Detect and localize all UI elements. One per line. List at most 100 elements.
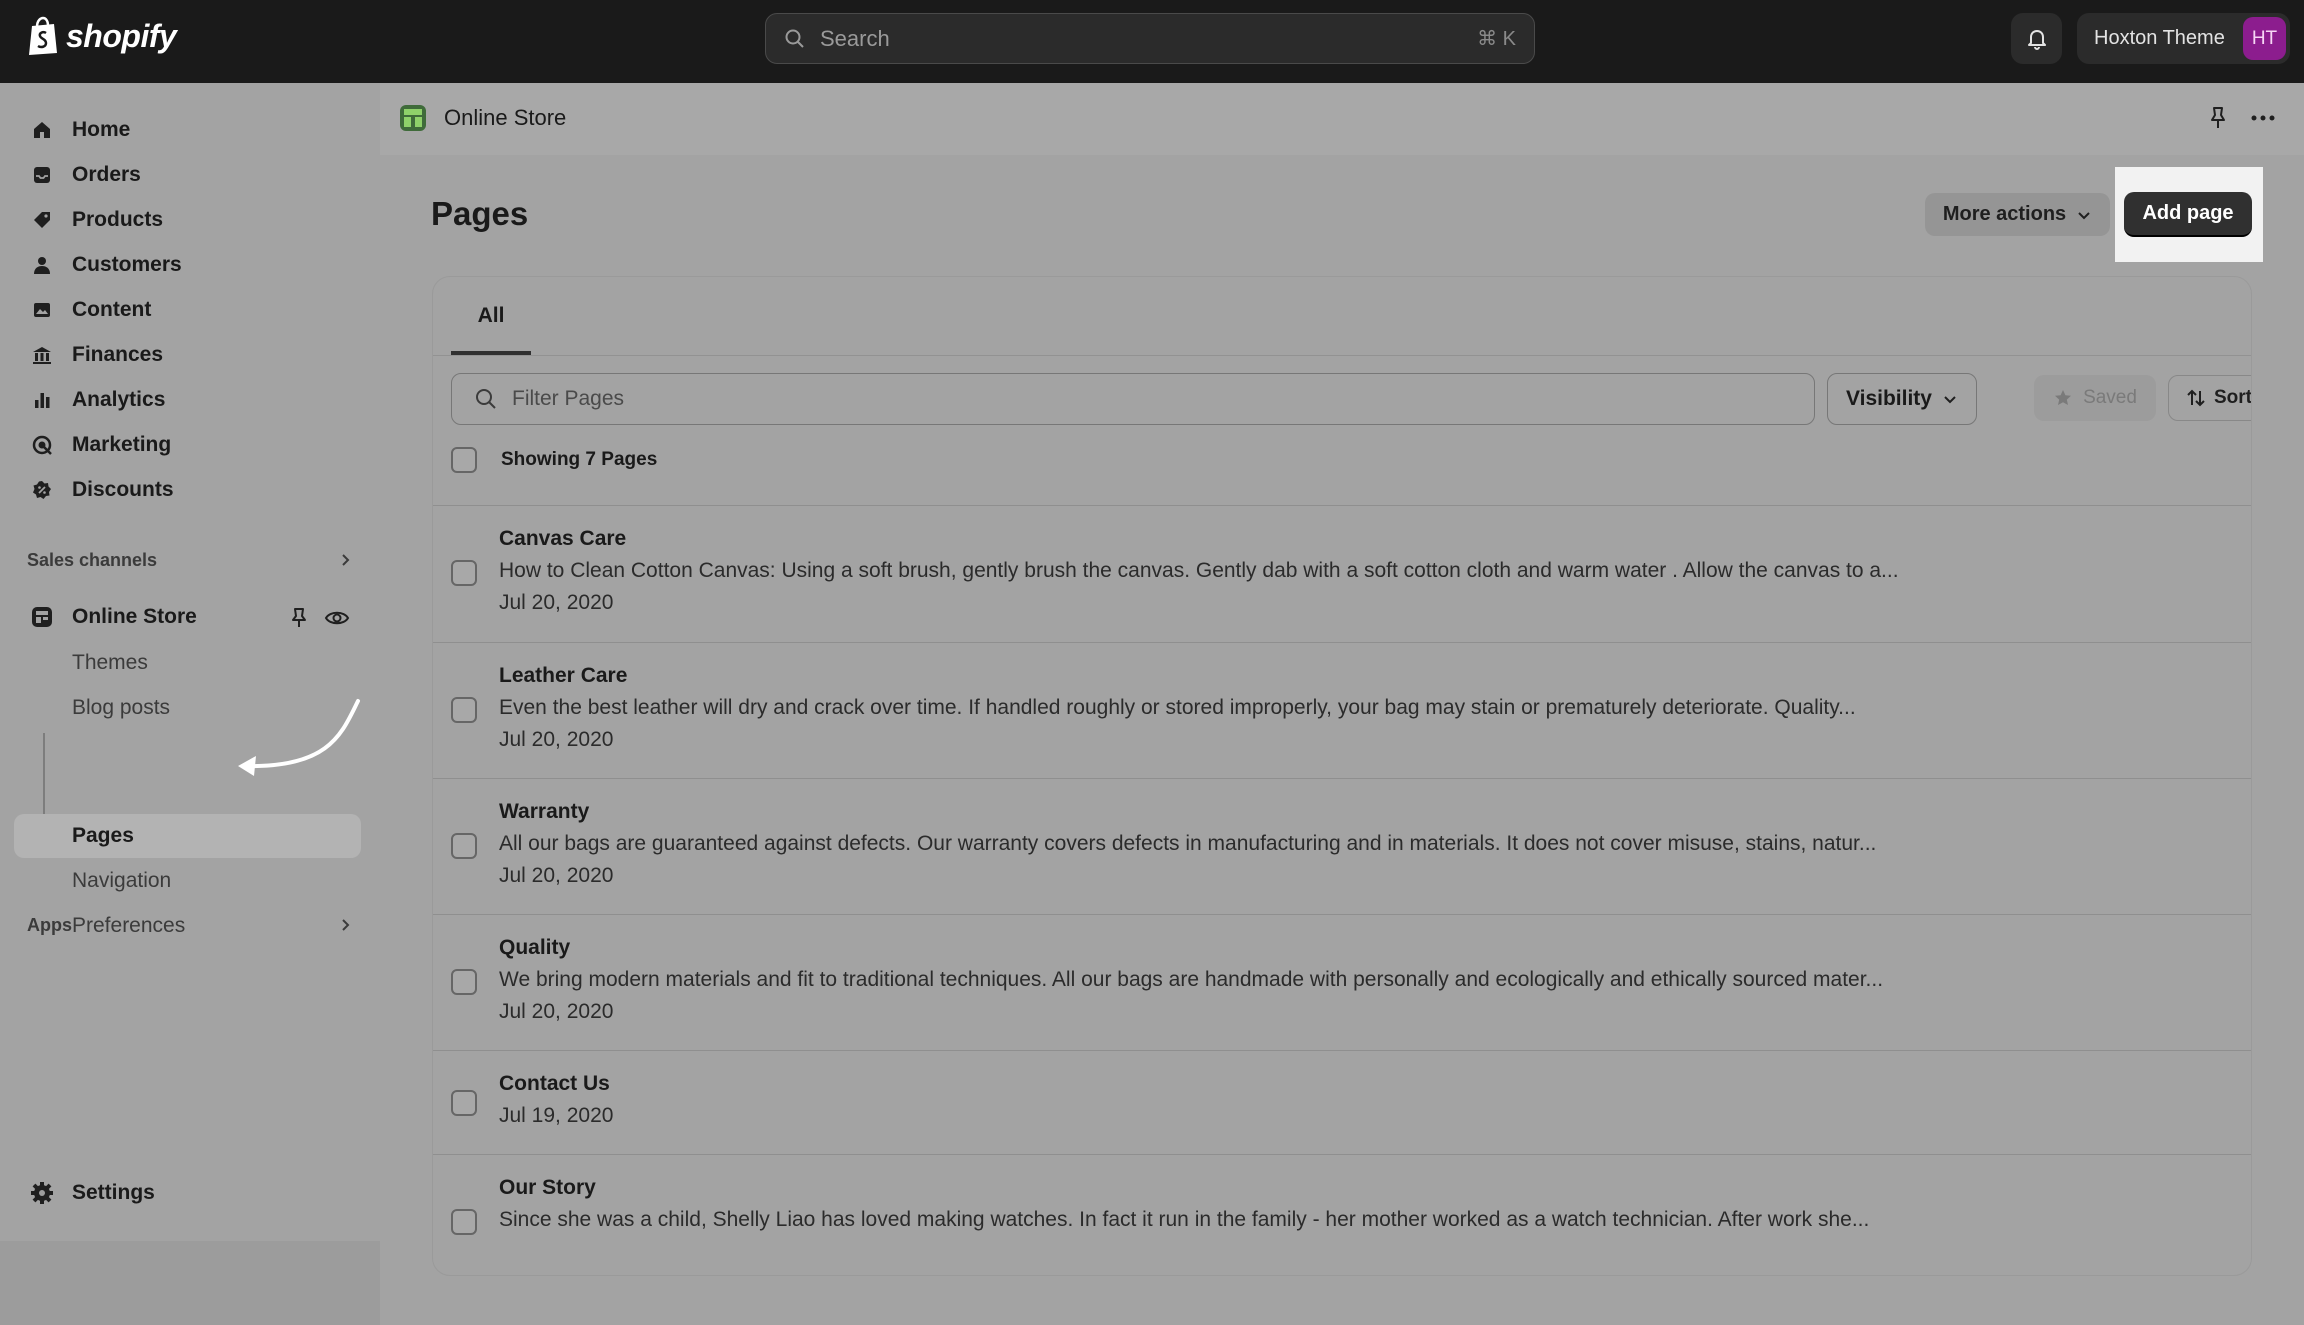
more-actions-button[interactable]: More actions	[1925, 193, 2110, 236]
sidebar-item-label: Customers	[72, 253, 182, 276]
sidebar-item-themes[interactable]: Themes	[72, 643, 148, 683]
chevron-down-icon	[2078, 211, 2090, 219]
sidebar-item-analytics[interactable]: Analytics	[14, 380, 165, 420]
table-row[interactable]: Contact Us Jul 19, 2020	[433, 1050, 2251, 1154]
row-description: All our bags are guaranteed against defe…	[499, 832, 1877, 855]
row-title[interactable]: Leather Care	[499, 664, 627, 688]
sidebar-item-orders[interactable]: Orders	[14, 155, 141, 195]
gear-icon	[30, 1181, 54, 1205]
select-all-checkbox[interactable]	[451, 447, 477, 473]
sidebar-item-blog-posts[interactable]: Blog posts	[72, 688, 170, 728]
account-menu-button[interactable]: Hoxton Theme HT	[2077, 13, 2290, 64]
sidebar-item-finances[interactable]: Finances	[14, 335, 163, 375]
row-title[interactable]: Canvas Care	[499, 527, 626, 551]
row-title[interactable]: Contact Us	[499, 1072, 610, 1096]
shopify-logo[interactable]: shopify	[26, 16, 177, 56]
page-title: Pages	[431, 195, 529, 232]
sidebar-item-customers[interactable]: Customers	[14, 245, 182, 285]
sidebar: Home Orders Products Customers Content F…	[0, 83, 380, 1325]
row-checkbox[interactable]	[451, 560, 477, 586]
avatar: HT	[2243, 17, 2286, 60]
apps-label: Apps	[27, 914, 72, 935]
row-title[interactable]: Warranty	[499, 800, 589, 824]
notifications-button[interactable]	[2011, 13, 2062, 64]
add-page-button[interactable]: Add page	[2124, 192, 2252, 237]
discount-icon	[30, 478, 54, 502]
tag-icon	[30, 208, 54, 232]
main-content: Online Store Pages More actions Add page…	[380, 83, 2304, 1276]
sidebar-item-navigation[interactable]: Navigation	[72, 861, 171, 901]
visibility-filter-button[interactable]: Visibility	[1827, 373, 1977, 425]
person-icon	[30, 253, 54, 277]
table-row[interactable]: Leather Care Even the best leather will …	[433, 642, 2251, 778]
star-icon	[2055, 390, 2072, 405]
row-title[interactable]: Our Story	[499, 1176, 596, 1200]
row-description: We bring modern materials and fit to tra…	[499, 968, 1884, 991]
saved-button[interactable]: Saved	[2034, 375, 2156, 421]
sidebar-item-label: Home	[72, 118, 131, 141]
sidebar-item-label: Online Store	[72, 605, 197, 628]
row-checkbox[interactable]	[451, 969, 477, 995]
row-checkbox[interactable]	[451, 697, 477, 723]
chevron-right-icon	[342, 919, 350, 931]
sidebar-item-label: Analytics	[72, 388, 166, 411]
row-checkbox[interactable]	[451, 833, 477, 859]
row-date: Jul 20, 2020	[499, 1000, 614, 1023]
sidebar-item-home[interactable]: Home	[14, 110, 130, 150]
more-actions-label: More actions	[1942, 203, 2067, 225]
apps-header[interactable]: Apps	[27, 910, 352, 940]
row-description: Since she was a child, Shelly Liao has l…	[499, 1208, 1870, 1231]
row-title[interactable]: Quality	[499, 936, 570, 960]
pages-card: All Filter Pages Visibility Saved Sort S…	[432, 276, 2252, 1276]
inbox-icon	[30, 163, 54, 187]
breadcrumb: Online Store	[380, 83, 2304, 155]
select-all-row: Showing 7 Pages	[451, 447, 657, 473]
filter-input[interactable]: Filter Pages	[451, 373, 1815, 425]
row-description: How to Clean Cotton Canvas: Using a soft…	[499, 559, 1899, 582]
row-checkbox[interactable]	[451, 1209, 477, 1235]
table-row[interactable]: Our Story Since she was a child, Shelly …	[433, 1154, 2251, 1275]
sidebar-item-label: Discounts	[72, 478, 174, 501]
sidebar-item-discounts[interactable]: Discounts	[14, 470, 174, 510]
sidebar-item-label: Products	[72, 208, 164, 231]
row-date: Jul 20, 2020	[499, 591, 614, 614]
chevron-down-icon	[1944, 396, 1956, 404]
sidebar-item-content[interactable]: Content	[14, 290, 151, 330]
search-input[interactable]: Search ⌘ K	[765, 13, 1535, 64]
more-horizontal-icon[interactable]	[2248, 105, 2278, 131]
table-row[interactable]: Quality We bring modern materials and fi…	[433, 914, 2251, 1050]
row-date: Jul 19, 2020	[499, 1104, 614, 1127]
row-checkbox[interactable]	[451, 1090, 477, 1116]
sort-label: Sort	[2214, 387, 2252, 408]
target-icon	[30, 433, 54, 457]
table-row[interactable]: Canvas Care How to Clean Cotton Canvas: …	[433, 505, 2251, 642]
online-store-icon	[400, 105, 426, 131]
row-date: Jul 20, 2020	[499, 728, 614, 751]
pin-icon[interactable]	[2205, 105, 2231, 131]
bank-icon	[30, 343, 54, 367]
home-icon	[30, 118, 54, 142]
sales-channels-label: Sales channels	[27, 549, 158, 570]
sort-button[interactable]: Sort	[2168, 375, 2252, 421]
sidebar-item-pages[interactable]: Pages	[72, 816, 134, 856]
table-row[interactable]: Warranty All our bags are guaranteed aga…	[433, 778, 2251, 914]
annotation-arrow-icon	[238, 699, 360, 776]
row-description: Even the best leather will dry and crack…	[499, 696, 1856, 719]
sidebar-item-settings[interactable]: Settings	[14, 1173, 155, 1213]
eye-icon[interactable]	[324, 607, 350, 629]
chevron-right-icon	[342, 554, 350, 566]
tab-all[interactable]: All	[451, 277, 531, 355]
sidebar-item-marketing[interactable]: Marketing	[14, 425, 171, 465]
search-icon	[476, 389, 496, 409]
sidebar-item-label: Content	[72, 298, 152, 321]
breadcrumb-label[interactable]: Online Store	[444, 105, 566, 131]
sales-channels-header[interactable]: Sales channels	[27, 545, 352, 575]
divider	[433, 355, 2251, 356]
search-shortcut: ⌘ K	[1477, 28, 1516, 50]
sidebar-item-products[interactable]: Products	[14, 200, 163, 240]
bell-icon	[2027, 29, 2046, 50]
pin-icon[interactable]	[287, 606, 311, 630]
sidebar-item-label: Marketing	[72, 433, 172, 456]
saved-label: Saved	[2083, 387, 2137, 408]
sidebar-item-label: Orders	[72, 163, 141, 186]
